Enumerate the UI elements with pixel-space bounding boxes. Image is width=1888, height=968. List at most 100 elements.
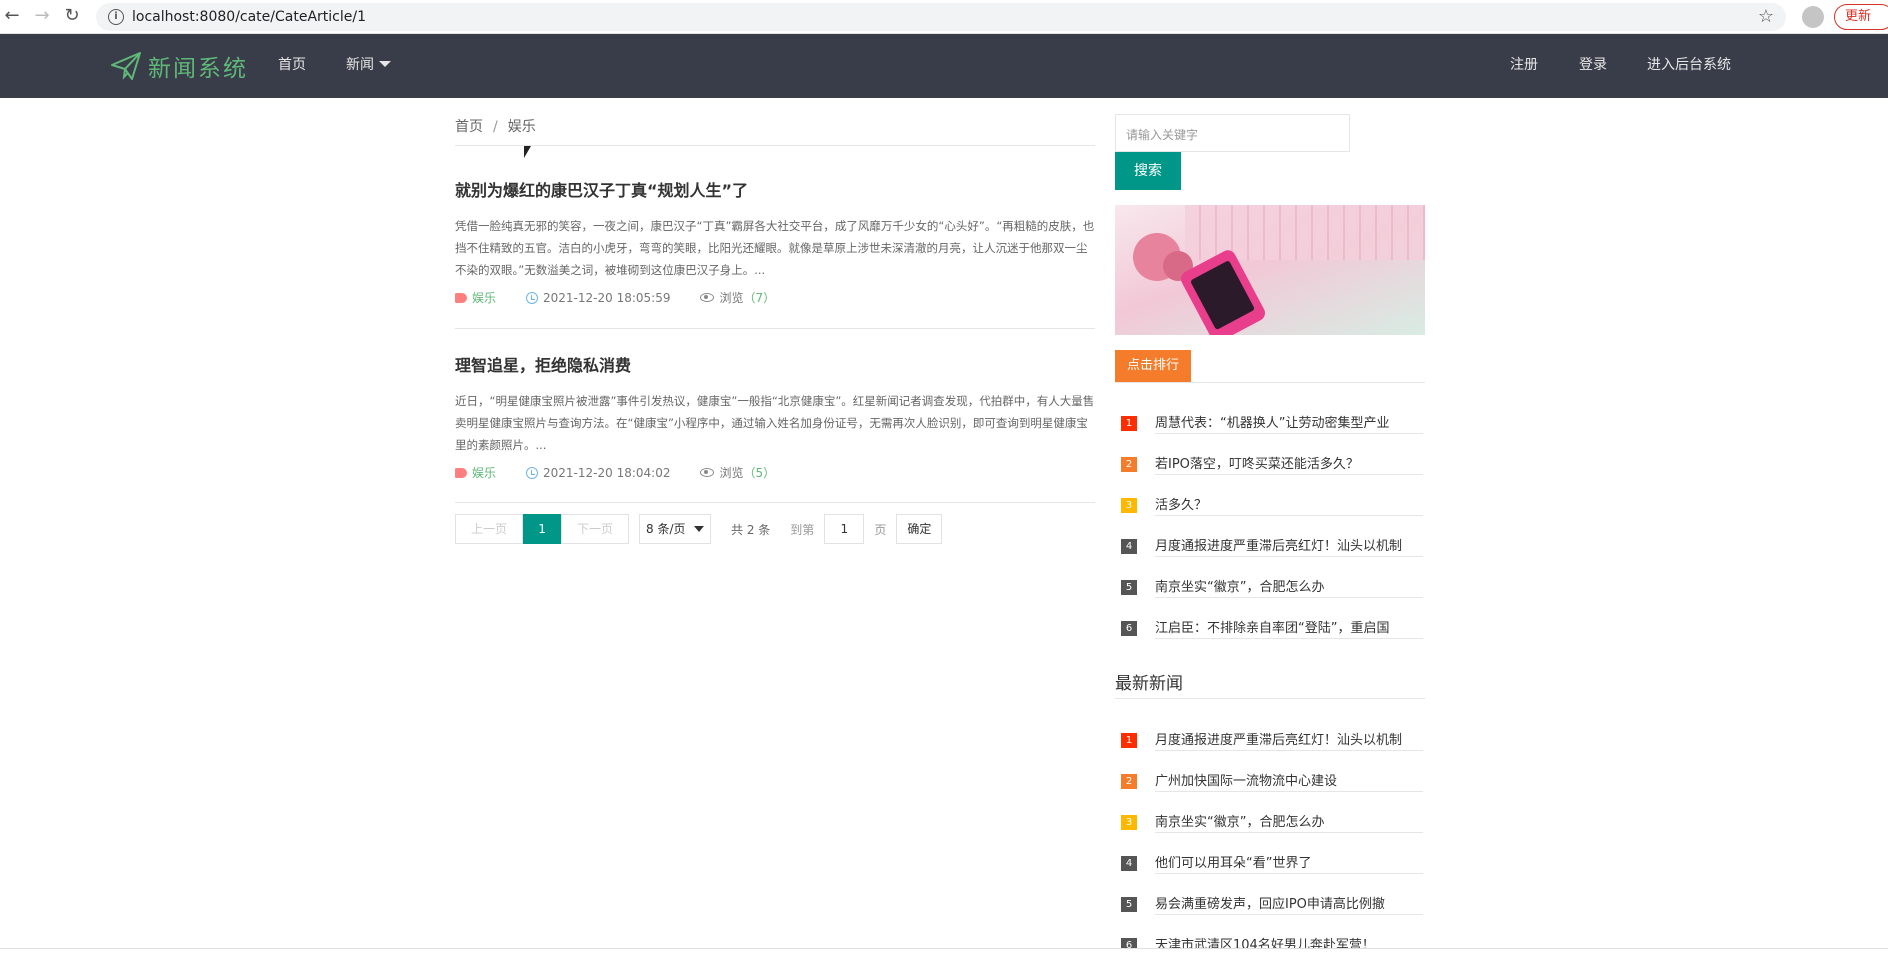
search-button[interactable]: 搜索 <box>1115 152 1181 190</box>
list-item[interactable]: 5 南京坐实“徽京”，合肥怎么办 <box>1119 564 1425 605</box>
article-item: 就别为爆红的康巴汉子丁真“规划人生”了 凭借一脸纯真无邪的笑容，一夜之间，康巴汉… <box>455 177 1095 306</box>
list-item[interactable]: 4 他们可以用耳朵“看”世界了 <box>1119 840 1425 881</box>
clock-icon <box>526 291 539 304</box>
browser-toolbar: ← → ↻ i localhost:8080/cate/CateArticle/… <box>0 0 1888 34</box>
nav-login[interactable]: 登录 <box>1579 54 1607 74</box>
rank-number: 2 <box>1121 774 1137 789</box>
update-button[interactable]: 更新 <box>1834 4 1888 30</box>
banner-image[interactable] <box>1115 205 1425 335</box>
eye-icon <box>700 468 715 477</box>
views-label: 浏览 <box>719 466 744 480</box>
rank-number: 5 <box>1121 580 1137 595</box>
page-size-value: 8 条/页 <box>646 522 686 536</box>
list-item-text[interactable]: 月度通报进度严重滞后亮红灯！汕头以机制 <box>1155 717 1423 751</box>
paper-plane-icon <box>111 52 141 80</box>
views-label: 浏览 <box>719 291 744 305</box>
nav-admin[interactable]: 进入后台系统 <box>1647 54 1731 74</box>
next-page-button[interactable]: 下一页 <box>561 514 630 544</box>
list-item-text[interactable]: 广州加快国际一流物流中心建设 <box>1155 758 1423 792</box>
article-meta: 娱乐 2021-12-20 18:05:59 浏览 （7） <box>455 289 1095 306</box>
list-item[interactable]: 3 南京坐实“徽京”，合肥怎么办 <box>1119 799 1425 840</box>
divider <box>1115 382 1425 383</box>
forward-icon[interactable]: → <box>30 4 54 28</box>
tab-click-rank[interactable]: 点击排行 <box>1115 350 1191 382</box>
list-item[interactable]: 6 江启臣：不排除亲自率团“登陆”，重启国 <box>1119 605 1425 646</box>
article-category[interactable]: 娱乐 <box>472 464 496 481</box>
star-icon[interactable]: ☆ <box>1758 6 1774 27</box>
list-item[interactable]: 5 易会满重磅发声，回应IPO申请高比例撤 <box>1119 881 1425 922</box>
breadcrumb: 首页 / 娱乐 <box>455 116 536 136</box>
download-bar <box>0 948 1888 968</box>
rank-number: 3 <box>1121 815 1137 830</box>
top-navbar: 新闻系统 首页 新闻 注册 登录 进入后台系统 <box>0 34 1888 98</box>
article-category[interactable]: 娱乐 <box>472 289 496 306</box>
rank-number: 3 <box>1121 498 1137 513</box>
mouse-cursor-icon <box>524 146 531 158</box>
confirm-page-button[interactable]: 确定 <box>896 514 943 544</box>
profile-avatar[interactable] <box>1802 6 1824 28</box>
list-item[interactable]: 1 周慧代表：“机器换人”让劳动密集型产业 <box>1119 400 1425 441</box>
goto-label: 到第 <box>790 522 815 537</box>
address-bar[interactable]: i localhost:8080/cate/CateArticle/1 ☆ <box>96 3 1786 31</box>
reload-icon[interactable]: ↻ <box>60 4 84 28</box>
list-item[interactable]: 1 月度通报进度严重滞后亮红灯！汕头以机制 <box>1119 717 1425 758</box>
total-count: 共 2 条 <box>731 522 771 537</box>
views-count: （7） <box>743 291 776 305</box>
breadcrumb-separator: / <box>493 119 498 135</box>
article-title[interactable]: 就别为爆红的康巴汉子丁真“规划人生”了 <box>455 177 1095 201</box>
page-size-select[interactable]: 8 条/页 <box>639 514 712 544</box>
rank-number: 2 <box>1121 457 1137 472</box>
divider <box>455 328 1095 329</box>
latest-news-title: 最新新闻 <box>1115 674 1183 694</box>
latest-list: 1 月度通报进度严重滞后亮红灯！汕头以机制 2 广州加快国际一流物流中心建设 3 南京… <box>1119 717 1425 963</box>
list-item-text[interactable]: 活多久？ <box>1155 482 1423 516</box>
nav-register[interactable]: 注册 <box>1510 54 1538 74</box>
brand-logo[interactable]: 新闻系统 <box>110 50 248 82</box>
divider <box>455 502 1095 503</box>
eye-icon <box>700 293 715 302</box>
rank-number: 4 <box>1121 539 1137 554</box>
article-time: 2021-12-20 18:04:02 <box>543 465 671 480</box>
prev-page-button[interactable]: 上一页 <box>455 514 524 544</box>
goto-page-input[interactable]: 1 <box>824 514 865 544</box>
tag-icon <box>455 292 467 303</box>
search-input[interactable]: 请输入关键字 <box>1115 114 1350 152</box>
list-item-text[interactable]: 南京坐实“徽京”，合肥怎么办 <box>1155 799 1423 833</box>
list-item-text[interactable]: 江启臣：不排除亲自率团“登陆”，重启国 <box>1155 605 1423 639</box>
article-meta: 娱乐 2021-12-20 18:04:02 浏览 （5） <box>455 464 1095 481</box>
article-time: 2021-12-20 18:05:59 <box>543 290 671 305</box>
list-item-text[interactable]: 他们可以用耳朵“看”世界了 <box>1155 840 1423 874</box>
list-item-text[interactable]: 南京坐实“徽京”，合肥怎么办 <box>1155 564 1423 598</box>
pagination: 上一页 1 下一页 8 条/页 共 2 条 到第 1 页 确定 <box>455 514 943 544</box>
list-item[interactable]: 3 活多久？ <box>1119 482 1425 523</box>
breadcrumb-home[interactable]: 首页 <box>455 119 483 135</box>
list-item-text[interactable]: 月度通报进度严重滞后亮红灯！汕头以机制 <box>1155 523 1423 557</box>
page-unit-label: 页 <box>874 522 887 537</box>
list-item-text[interactable]: 易会满重磅发声，回应IPO申请高比例撤 <box>1155 881 1423 915</box>
nav-home[interactable]: 首页 <box>278 54 306 74</box>
list-item[interactable]: 2 广州加快国际一流物流中心建设 <box>1119 758 1425 799</box>
url-text: localhost:8080/cate/CateArticle/1 <box>132 9 366 25</box>
nav-news[interactable]: 新闻 <box>346 54 391 74</box>
rank-list: 1 周慧代表：“机器换人”让劳动密集型产业 2 若IPO落空，叮咚买菜还能活多久？ … <box>1119 400 1425 646</box>
article-title[interactable]: 理智追星，拒绝隐私消费 <box>455 352 1095 376</box>
list-item[interactable]: 4 月度通报进度严重滞后亮红灯！汕头以机制 <box>1119 523 1425 564</box>
brand-name: 新闻系统 <box>148 56 248 82</box>
caret-down-icon <box>379 61 391 67</box>
phone-screen <box>1189 260 1256 331</box>
breadcrumb-current: 娱乐 <box>507 119 536 135</box>
current-page[interactable]: 1 <box>523 514 562 544</box>
chevron-down-icon <box>694 526 705 532</box>
info-icon[interactable]: i <box>108 9 124 25</box>
list-item[interactable]: 2 若IPO落空，叮咚买菜还能活多久？ <box>1119 441 1425 482</box>
nav-news-label: 新闻 <box>346 57 374 73</box>
rank-number: 4 <box>1121 856 1137 871</box>
article-summary: 凭借一脸纯真无邪的笑容，一夜之间，康巴汉子“丁真”霸屏各大社交平台，成了风靡万千… <box>455 219 1095 277</box>
rank-number: 5 <box>1121 897 1137 912</box>
article-item: 理智追星，拒绝隐私消费 近日，“明星健康宝照片被泄露”事件引发热议，健康宝”一般… <box>455 352 1095 481</box>
divider <box>1115 698 1425 699</box>
list-item-text[interactable]: 若IPO落空，叮咚买菜还能活多久？ <box>1155 441 1423 475</box>
back-icon[interactable]: ← <box>0 4 24 28</box>
rank-number: 1 <box>1121 733 1137 748</box>
list-item-text[interactable]: 周慧代表：“机器换人”让劳动密集型产业 <box>1155 400 1423 434</box>
